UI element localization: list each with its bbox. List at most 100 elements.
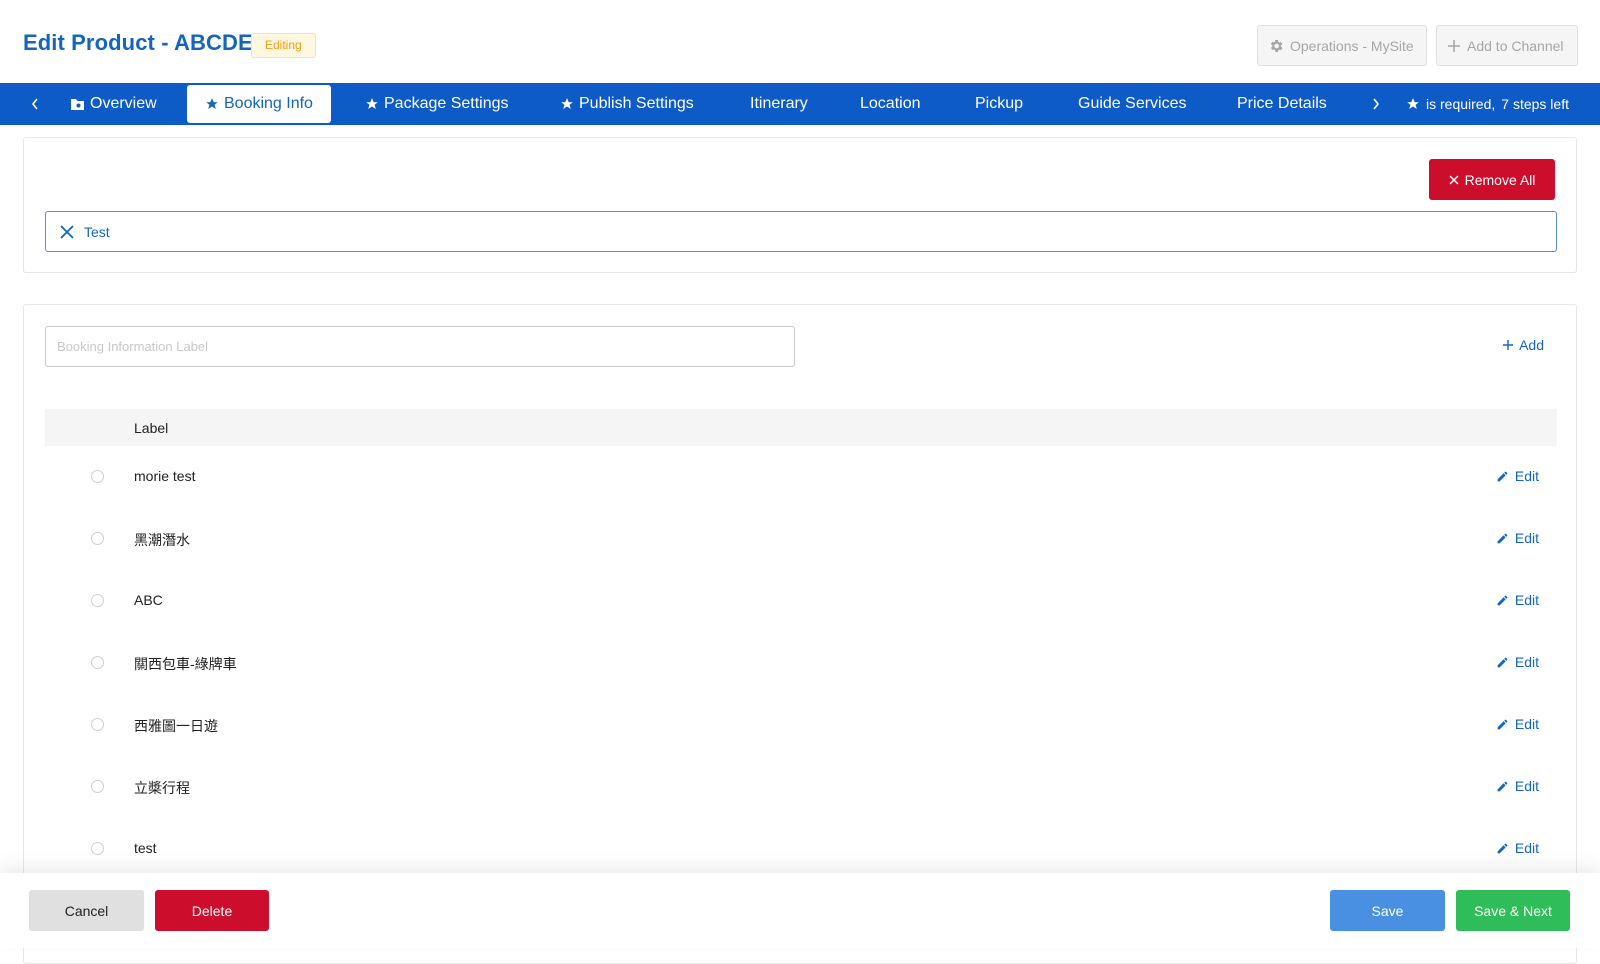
- add-to-channel-button[interactable]: Add to Channel: [1436, 25, 1578, 66]
- tabs-scroll-left-button[interactable]: [23, 83, 47, 125]
- page-header: Edit Product - ABCDE Editing Operations …: [0, 0, 1600, 83]
- booking-label-input[interactable]: [45, 326, 795, 367]
- edit-label: Edit: [1514, 778, 1539, 794]
- add-label: Add: [1519, 337, 1544, 353]
- chevron-right-icon: [1373, 98, 1380, 110]
- required-steps-note: is required, 7 steps left: [1406, 83, 1569, 125]
- row-radio[interactable]: [91, 718, 104, 731]
- operations-button[interactable]: Operations - MySite: [1257, 25, 1427, 66]
- tab-package-settings[interactable]: Package Settings: [365, 84, 509, 124]
- table-row: morie test Edit: [45, 446, 1557, 508]
- edit-button[interactable]: Edit: [1496, 592, 1539, 608]
- row-label: 關西包車-綠牌車: [134, 656, 237, 672]
- star-icon: [206, 98, 218, 109]
- tab-overview[interactable]: Overview: [70, 84, 157, 124]
- tab-label: Pickup: [975, 95, 1024, 112]
- table-row: 立槳行程 Edit: [45, 756, 1557, 818]
- tab-label: Package Settings: [384, 95, 509, 112]
- selected-items-card: Remove All Test: [23, 137, 1577, 273]
- table-row: 西雅圖一日遊 Edit: [45, 694, 1557, 756]
- pencil-icon: [1497, 595, 1508, 605]
- row-label: 立槳行程: [134, 780, 190, 796]
- tab-publish-settings[interactable]: Publish Settings: [560, 84, 694, 124]
- tab-itinerary[interactable]: Itinerary: [750, 84, 808, 124]
- cancel-button[interactable]: Cancel: [29, 890, 144, 931]
- close-icon: [1449, 174, 1459, 185]
- row-label: test: [134, 840, 157, 856]
- row-radio[interactable]: [91, 532, 104, 545]
- add-button[interactable]: Add: [1503, 337, 1544, 353]
- plus-icon: [1448, 39, 1460, 52]
- table-row: test Edit: [45, 818, 1557, 880]
- row-label: morie test: [134, 468, 196, 484]
- row-radio[interactable]: [91, 594, 104, 607]
- edit-button[interactable]: Edit: [1496, 654, 1539, 670]
- row-label: 黑潮潛水: [134, 532, 190, 548]
- tab-label: Itinerary: [750, 95, 808, 112]
- edit-label: Edit: [1514, 654, 1539, 670]
- pencil-icon: [1497, 719, 1508, 729]
- row-radio[interactable]: [91, 470, 104, 483]
- tab-location[interactable]: Location: [860, 84, 921, 124]
- tag-label: Test: [84, 223, 110, 240]
- row-label: 西雅圖一日遊: [134, 718, 218, 734]
- tabs-scroll-right-button[interactable]: [1364, 83, 1388, 125]
- edit-button[interactable]: Edit: [1496, 778, 1539, 794]
- pencil-icon: [1497, 843, 1508, 853]
- edit-button[interactable]: Edit: [1496, 840, 1539, 856]
- remove-all-button[interactable]: Remove All: [1429, 159, 1555, 200]
- add-to-channel-label: Add to Channel: [1467, 37, 1564, 54]
- save-and-next-button[interactable]: Save & Next: [1456, 890, 1570, 931]
- tab-bar: Overview Booking Info Package Settings P…: [0, 83, 1600, 125]
- plus-icon: [1503, 340, 1514, 350]
- star-icon: [366, 98, 378, 109]
- status-badge: Editing: [251, 33, 316, 58]
- operations-button-label: Operations - MySite: [1290, 37, 1414, 54]
- pencil-icon: [1497, 471, 1508, 481]
- row-radio[interactable]: [91, 656, 104, 669]
- page-title: Edit Product - ABCDE: [23, 30, 253, 55]
- edit-label: Edit: [1514, 530, 1539, 546]
- steps-left-text: 7 steps left: [1501, 96, 1569, 112]
- selected-tag[interactable]: Test: [45, 211, 1557, 252]
- delete-button[interactable]: Delete: [155, 890, 269, 931]
- table-header: Label: [45, 409, 1557, 446]
- table-row: 黑潮潛水 Edit: [45, 508, 1557, 570]
- table-row: ABC Edit: [45, 570, 1557, 632]
- tab-label: Price Details: [1237, 95, 1327, 112]
- chevron-left-icon: [31, 98, 38, 110]
- table-row: 關西包車-綠牌車 Edit: [45, 632, 1557, 694]
- remove-all-label: Remove All: [1464, 171, 1536, 188]
- star-icon: [561, 98, 573, 109]
- row-radio[interactable]: [91, 780, 104, 793]
- tab-guide-services[interactable]: Guide Services: [1078, 84, 1187, 124]
- required-text: is required,: [1426, 96, 1496, 112]
- tab-label: Booking Info: [224, 95, 313, 112]
- gear-icon: [1270, 39, 1283, 52]
- row-label: ABC: [134, 592, 163, 608]
- tab-label: Publish Settings: [579, 95, 694, 112]
- tab-label: Overview: [90, 95, 157, 112]
- tab-label: Guide Services: [1078, 95, 1187, 112]
- pencil-icon: [1497, 533, 1508, 543]
- booking-info-card: Add Label morie test Edit 黑潮潛水 Edit ABC …: [23, 304, 1577, 964]
- tab-pickup[interactable]: Pickup: [975, 84, 1023, 124]
- edit-label: Edit: [1514, 468, 1539, 484]
- edit-label: Edit: [1514, 592, 1539, 608]
- edit-label: Edit: [1514, 840, 1539, 856]
- edit-button[interactable]: Edit: [1496, 716, 1539, 732]
- edit-label: Edit: [1514, 716, 1539, 732]
- close-icon[interactable]: [60, 224, 74, 239]
- save-button[interactable]: Save: [1330, 890, 1445, 931]
- edit-button[interactable]: Edit: [1496, 530, 1539, 546]
- edit-button[interactable]: Edit: [1496, 468, 1539, 484]
- star-icon: [1407, 98, 1419, 109]
- column-header-label: Label: [134, 420, 169, 436]
- tab-label: Location: [860, 95, 921, 112]
- folder-icon: [71, 98, 84, 110]
- tab-price-details[interactable]: Price Details: [1237, 84, 1327, 124]
- action-footer: Cancel Delete Save Save & Next: [0, 873, 1600, 948]
- pencil-icon: [1497, 657, 1508, 667]
- tab-booking-info[interactable]: Booking Info: [187, 85, 331, 123]
- row-radio[interactable]: [91, 842, 104, 855]
